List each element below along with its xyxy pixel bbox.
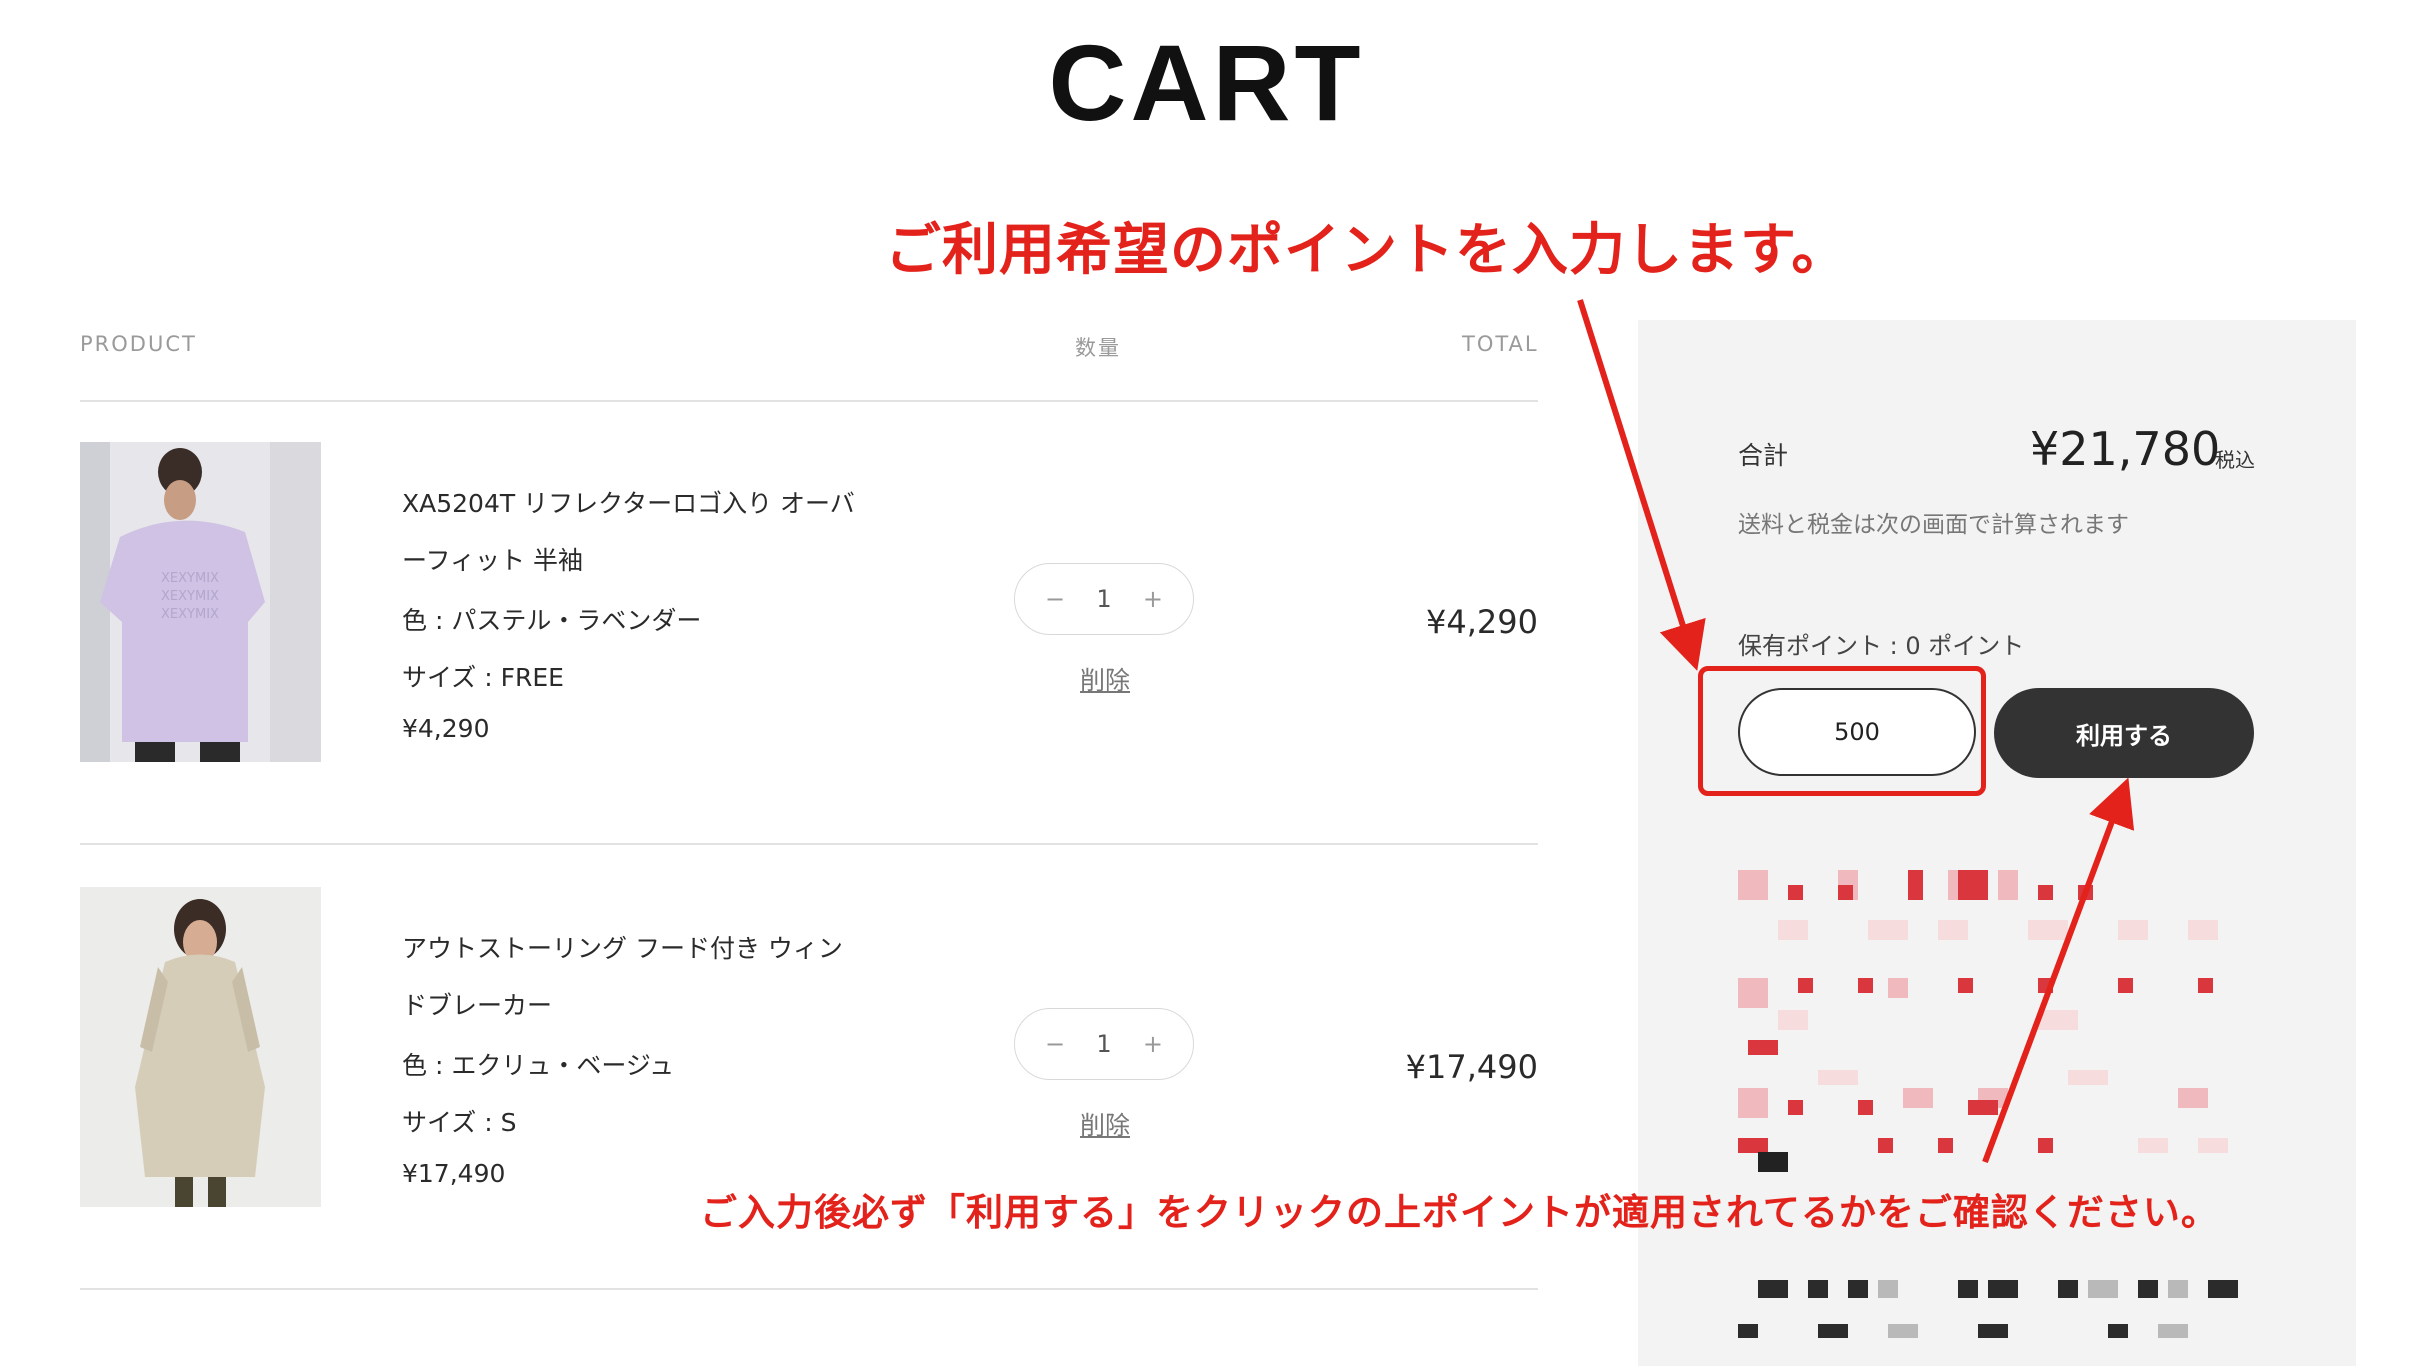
annotation-arrows xyxy=(1577,299,2135,1164)
arrow-to-apply-button xyxy=(1982,777,2135,1164)
arrow-to-input xyxy=(1577,299,1706,671)
annotation-click-apply: ご入力後必ず「利用する」をクリックの上ポイントが適用されてるかをご確認ください。 xyxy=(700,1191,2219,1234)
